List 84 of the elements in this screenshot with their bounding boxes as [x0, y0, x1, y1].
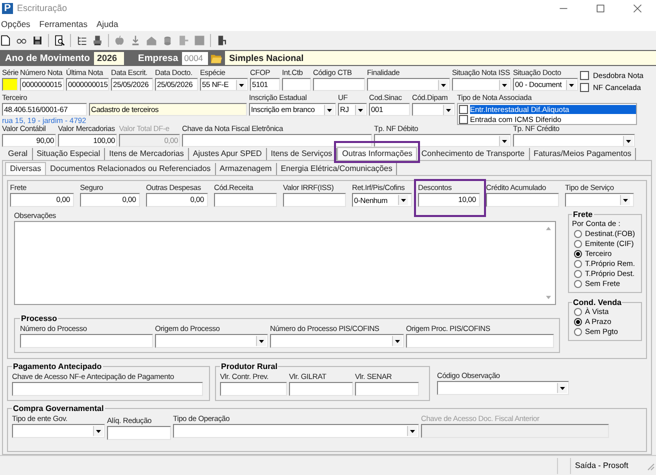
tab[interactable]: Diversas: [5, 162, 46, 175]
list-tree-icon[interactable]: [76, 35, 87, 46]
dropdown-field[interactable]: [270, 334, 404, 348]
group-title: Compra Governamental: [12, 404, 105, 413]
caret-icon: [236, 80, 246, 90]
square-icon[interactable]: [194, 35, 205, 46]
caret-icon: [499, 136, 509, 146]
caret-icon: [438, 80, 448, 90]
text-field[interactable]: [289, 382, 353, 396]
group-title: Processo: [20, 314, 58, 323]
house-icon[interactable]: [146, 35, 157, 46]
text-field[interactable]: [214, 193, 277, 207]
download-icon[interactable]: [130, 35, 141, 46]
door-icon[interactable]: [178, 35, 189, 46]
folder-icon[interactable]: [210, 52, 224, 64]
maximize-icon[interactable]: [596, 4, 605, 12]
group-title: Cond. Venda: [572, 298, 622, 307]
menu-item[interactable]: Ferramentas: [38, 18, 92, 28]
caret-icon: [407, 426, 417, 436]
dropdown-field[interactable]: [155, 334, 268, 348]
group-title: Frete: [572, 210, 594, 219]
caret-icon: [392, 336, 402, 346]
text-field[interactable]: [355, 382, 419, 396]
caret-icon: [557, 383, 567, 393]
caret-icon: [93, 426, 103, 436]
color-swatch[interactable]: [2, 78, 18, 91]
dropdown-field[interactable]: [173, 424, 419, 438]
text-field[interactable]: [283, 193, 346, 207]
company-label: Empresa: [136, 52, 180, 64]
text-field[interactable]: [107, 426, 171, 440]
dropdown-field[interactable]: [437, 381, 569, 395]
dropdown-field[interactable]: [412, 103, 455, 116]
dropdown-field[interactable]: [513, 134, 635, 147]
caret-icon: [443, 104, 453, 114]
tab[interactable]: Documentos Relacionados ou Referenciados: [46, 163, 216, 175]
dropdown-field[interactable]: [12, 424, 105, 438]
window-title: Escrituração: [17, 3, 68, 13]
caret-icon: [566, 80, 576, 90]
tab[interactable]: Energia Elétrica/Comunicações: [276, 163, 398, 175]
scroll-arrow-icon[interactable]: [545, 295, 552, 300]
apple-icon[interactable]: [114, 35, 125, 46]
text-field[interactable]: [182, 134, 372, 147]
text-field[interactable]: [406, 334, 554, 348]
caret-icon: [623, 136, 633, 146]
caret-icon: [620, 195, 630, 205]
group-title: Pagamento Antecipado: [12, 362, 103, 371]
status-pane: [557, 458, 571, 474]
menu-item[interactable]: Opções: [0, 18, 34, 28]
company-name-field[interactable]: Simples Nacional: [225, 51, 656, 65]
year-field[interactable]: 2026: [94, 52, 124, 64]
exit-icon[interactable]: [216, 35, 227, 46]
caret-icon: [355, 104, 365, 114]
dropdown-field[interactable]: [367, 78, 450, 91]
close-icon[interactable]: [633, 4, 642, 12]
save-icon[interactable]: [32, 35, 43, 46]
text-field[interactable]: [220, 382, 287, 396]
checkbox[interactable]: [459, 114, 468, 124]
app-logo: P: [2, 2, 13, 14]
resize-grip-icon[interactable]: [645, 460, 655, 470]
new-document-icon[interactable]: [0, 35, 11, 46]
stamp-icon[interactable]: [92, 35, 103, 46]
scroll-arrow-icon[interactable]: [545, 226, 552, 231]
text-field[interactable]: [282, 78, 311, 91]
caret-icon: [256, 336, 266, 346]
checkbox[interactable]: [459, 104, 468, 114]
status-text: Saída - Prosoft: [574, 461, 630, 470]
caret-icon: [324, 104, 334, 114]
menu-item[interactable]: Ajuda: [95, 18, 122, 28]
dropdown-field[interactable]: [565, 193, 634, 207]
text-field[interactable]: [486, 193, 559, 207]
tab[interactable]: Outras Informações: [337, 147, 418, 160]
text-field[interactable]: [12, 382, 203, 396]
group-title: Produtor Rural: [220, 362, 278, 371]
text-area[interactable]: [14, 221, 556, 305]
text-field[interactable]: [20, 334, 153, 348]
caret-icon: [499, 80, 509, 90]
dropdown-field[interactable]: [452, 78, 511, 91]
text-field[interactable]: [313, 78, 365, 91]
caret-icon: [398, 195, 408, 205]
tab[interactable]: Armazenagem: [216, 163, 277, 175]
preview-icon[interactable]: [54, 35, 65, 46]
year-label: Ano de Movimento: [4, 52, 91, 64]
dropdown-field[interactable]: [374, 134, 511, 147]
company-code-field[interactable]: 0004: [182, 52, 208, 64]
